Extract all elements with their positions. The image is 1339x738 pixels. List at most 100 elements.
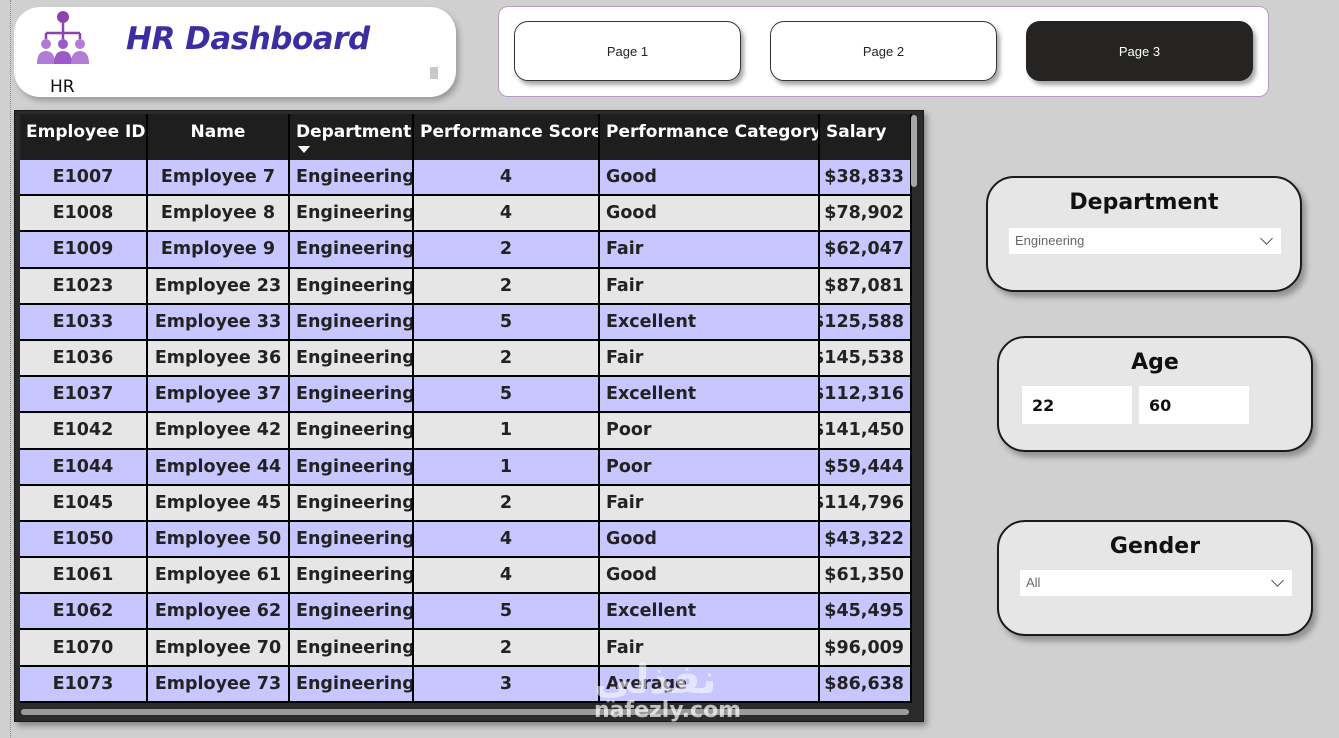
column-header-performance-score[interactable]: Performance Score [414,114,600,160]
cell-salary[interactable]: $112,316 [820,377,912,414]
cell-performance-category[interactable]: Poor [600,449,820,486]
cell-employee-id[interactable]: E1050 [20,521,148,559]
cell-performance-score[interactable]: 5 [414,377,600,414]
page-3-button[interactable]: Page 3 [1026,21,1253,81]
cell-performance-category[interactable]: Fair [600,485,820,522]
cell-employee-id[interactable]: E1037 [20,377,148,414]
cell-employee-id[interactable]: E1009 [20,232,148,269]
cell-employee-id[interactable]: E1044 [20,449,148,486]
cell-salary[interactable]: $43,322 [820,521,912,559]
cell-salary[interactable]: $61,350 [820,558,912,595]
cell-performance-category[interactable]: Good [600,196,820,233]
cell-salary[interactable]: $87,081 [820,268,912,305]
cell-employee-id[interactable]: E1061 [20,558,148,595]
cell-performance-category[interactable]: Fair [600,340,820,378]
column-header-performance-category[interactable]: Performance Category [600,114,820,160]
cell-employee-id[interactable]: E1008 [20,196,148,233]
cell-department[interactable]: Engineering [290,449,414,486]
age-max-input[interactable] [1139,386,1249,424]
horizontal-scrollbar[interactable] [21,709,909,715]
cell-performance-category[interactable]: Excellent [600,304,820,341]
cell-name[interactable]: Employee 23 [148,268,290,305]
cell-name[interactable]: Employee 37 [148,377,290,414]
cell-performance-category[interactable]: Excellent [600,594,820,631]
cell-name[interactable]: Employee 45 [148,485,290,522]
cell-employee-id[interactable]: E1033 [20,304,148,341]
cell-employee-id[interactable]: E1042 [20,413,148,450]
gender-dropdown[interactable]: All [1020,570,1292,596]
cell-name[interactable]: Employee 50 [148,521,290,559]
cell-salary[interactable]: $45,495 [820,594,912,631]
cell-name[interactable]: Employee 44 [148,449,290,486]
cell-employee-id[interactable]: E1073 [20,666,148,703]
cell-name[interactable]: Employee 61 [148,558,290,595]
cell-salary[interactable]: $114,796 [820,485,912,522]
cell-performance-score[interactable]: 4 [414,558,600,595]
cell-performance-score[interactable]: 4 [414,196,600,233]
cell-name[interactable]: Employee 8 [148,196,290,233]
page-2-button[interactable]: Page 2 [770,21,997,81]
cell-department[interactable]: Engineering [290,232,414,269]
cell-department[interactable]: Engineering [290,268,414,305]
cell-employee-id[interactable]: E1070 [20,630,148,667]
cell-department[interactable]: Engineering [290,666,414,703]
cell-performance-score[interactable]: 2 [414,485,600,522]
cell-performance-score[interactable]: 5 [414,304,600,341]
cell-salary[interactable]: $78,902 [820,196,912,233]
cell-performance-score[interactable]: 2 [414,232,600,269]
cell-performance-score[interactable]: 1 [414,413,600,450]
cell-performance-category[interactable]: Fair [600,232,820,269]
cell-salary[interactable]: $86,638 [820,666,912,703]
cell-department[interactable]: Engineering [290,304,414,341]
cell-performance-score[interactable]: 1 [414,449,600,486]
cell-employee-id[interactable]: E1036 [20,340,148,378]
cell-performance-score[interactable]: 3 [414,666,600,703]
cell-salary[interactable]: $125,588 [820,304,912,341]
age-min-input[interactable] [1022,386,1132,424]
cell-name[interactable]: Employee 62 [148,594,290,631]
cell-department[interactable]: Engineering [290,630,414,667]
cell-salary[interactable]: $59,444 [820,449,912,486]
cell-employee-id[interactable]: E1062 [20,594,148,631]
cell-performance-score[interactable]: 2 [414,268,600,305]
cell-department[interactable]: Engineering [290,413,414,450]
column-header-salary[interactable]: Salary [820,114,912,160]
page-1-button[interactable]: Page 1 [514,21,741,81]
cell-salary[interactable]: $62,047 [820,232,912,269]
column-header-employee-id[interactable]: Employee ID [20,114,148,160]
cell-department[interactable]: Engineering [290,485,414,522]
cell-department[interactable]: Engineering [290,340,414,378]
cell-performance-category[interactable]: Good [600,521,820,559]
column-header-name[interactable]: Name [148,114,290,160]
cell-name[interactable]: Employee 36 [148,340,290,378]
cell-department[interactable]: Engineering [290,594,414,631]
cell-performance-score[interactable]: 2 [414,630,600,667]
cell-performance-category[interactable]: Good [600,558,820,595]
cell-department[interactable]: Engineering [290,160,414,197]
cell-name[interactable]: Employee 73 [148,666,290,703]
cell-performance-score[interactable]: 5 [414,594,600,631]
cell-employee-id[interactable]: E1023 [20,268,148,305]
cell-salary[interactable]: $141,450 [820,413,912,450]
cell-performance-category[interactable]: Poor [600,413,820,450]
cell-department[interactable]: Engineering [290,558,414,595]
cell-performance-score[interactable]: 2 [414,340,600,378]
cell-salary[interactable]: $38,833 [820,160,912,197]
cell-performance-category[interactable]: Fair [600,630,820,667]
column-header-department[interactable]: Department [290,114,414,160]
cell-performance-category[interactable]: Fair [600,268,820,305]
cell-employee-id[interactable]: E1045 [20,485,148,522]
cell-name[interactable]: Employee 42 [148,413,290,450]
cell-name[interactable]: Employee 70 [148,630,290,667]
cell-performance-score[interactable]: 4 [414,521,600,559]
cell-department[interactable]: Engineering [290,377,414,414]
cell-name[interactable]: Employee 33 [148,304,290,341]
cell-performance-category[interactable]: Excellent [600,377,820,414]
cell-performance-category[interactable]: Good [600,160,820,197]
cell-name[interactable]: Employee 9 [148,232,290,269]
cell-department[interactable]: Engineering [290,521,414,559]
cell-performance-category[interactable]: Average [600,666,820,703]
cell-employee-id[interactable]: E1007 [20,160,148,197]
cell-salary[interactable]: $145,538 [820,340,912,378]
cell-department[interactable]: Engineering [290,196,414,233]
